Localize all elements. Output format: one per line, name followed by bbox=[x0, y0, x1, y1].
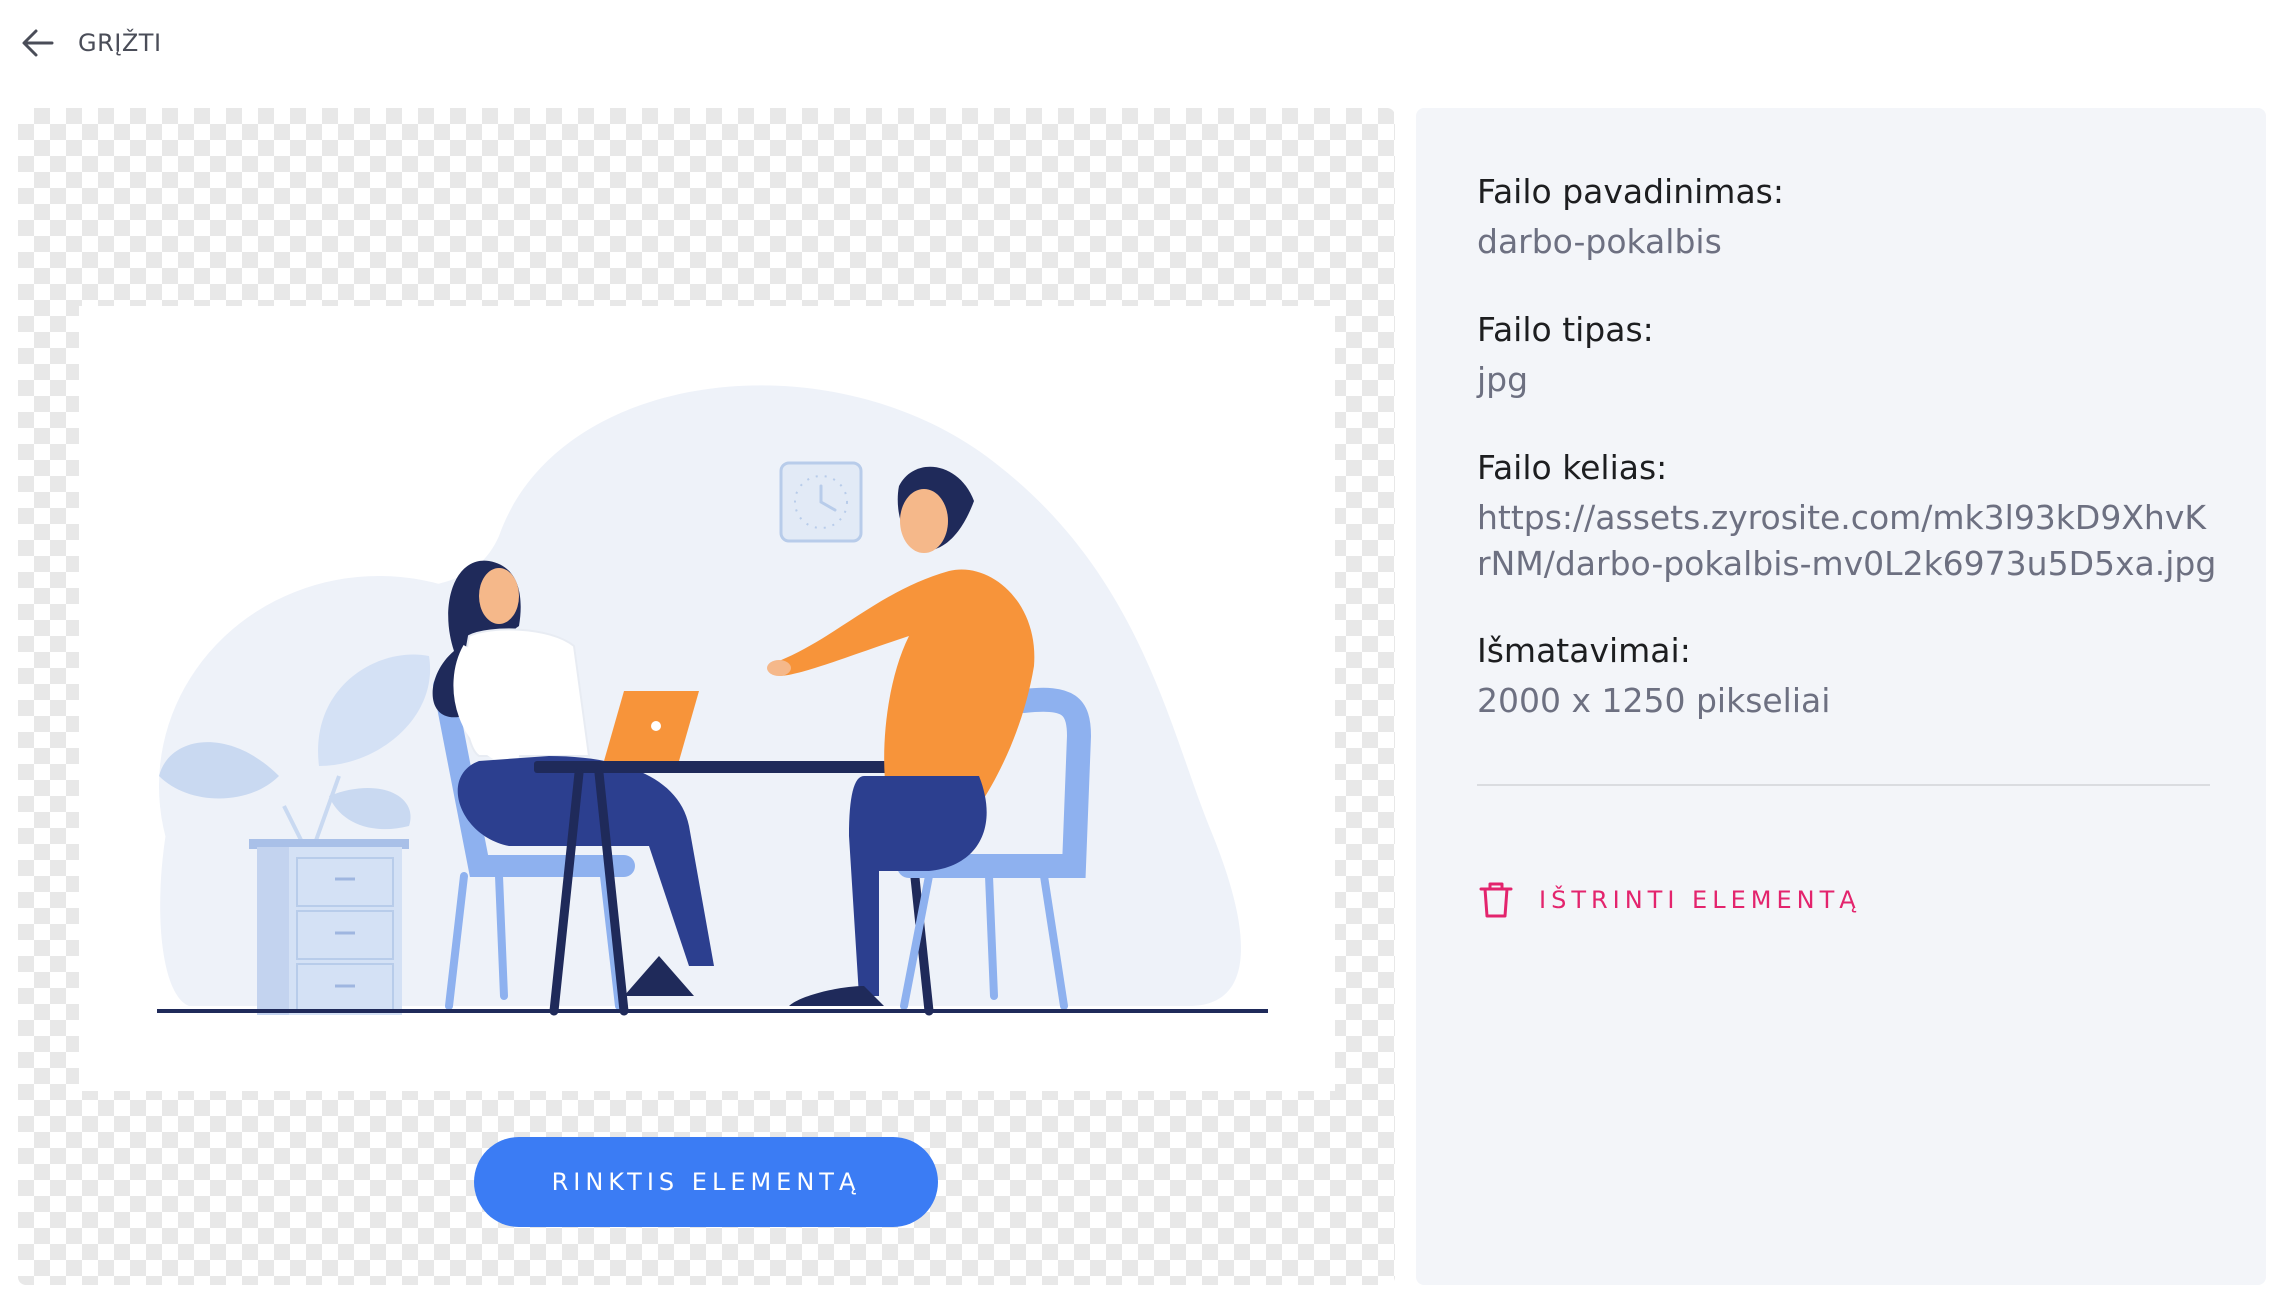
file-type-value: jpg bbox=[1477, 360, 1529, 399]
back-label: GRĮŽTI bbox=[78, 29, 162, 57]
divider bbox=[1477, 784, 2210, 786]
select-element-button[interactable]: RINKTIS ELEMENTĄ bbox=[474, 1137, 938, 1227]
file-path-field: Failo kelias: https://assets.zyrosite.co… bbox=[1477, 446, 2217, 587]
delete-element-button[interactable]: IŠTRINTI ELEMENTĄ bbox=[1477, 870, 1861, 930]
image-preview bbox=[79, 306, 1335, 1091]
file-path-label: Failo kelias: bbox=[1477, 448, 1668, 487]
image-preview-panel: RINKTIS ELEMENTĄ bbox=[18, 108, 1395, 1285]
back-button[interactable]: GRĮŽTI bbox=[18, 22, 162, 64]
file-name-field: Failo pavadinimas: darbo-pokalbis bbox=[1477, 170, 2217, 265]
trash-icon bbox=[1479, 882, 1513, 918]
dimensions-value: 2000 x 1250 pikseliai bbox=[1477, 681, 1831, 720]
file-path-value[interactable]: https://assets.zyrosite.com/mk3l93kD9Xhv… bbox=[1477, 495, 2217, 587]
delete-element-label: IŠTRINTI ELEMENTĄ bbox=[1539, 886, 1861, 914]
arrow-left-icon bbox=[22, 29, 54, 57]
file-info-panel: Failo pavadinimas: darbo-pokalbis Failo … bbox=[1416, 108, 2266, 1285]
job-interview-illustration bbox=[157, 385, 1268, 1016]
file-name-label: Failo pavadinimas: bbox=[1477, 172, 1784, 211]
file-type-label: Failo tipas: bbox=[1477, 310, 1654, 349]
file-name-value: darbo-pokalbis bbox=[1477, 222, 1722, 261]
file-type-field: Failo tipas: jpg bbox=[1477, 308, 2217, 403]
dimensions-field: Išmatavimai: 2000 x 1250 pikseliai bbox=[1477, 629, 2217, 724]
dimensions-label: Išmatavimai: bbox=[1477, 631, 1691, 670]
